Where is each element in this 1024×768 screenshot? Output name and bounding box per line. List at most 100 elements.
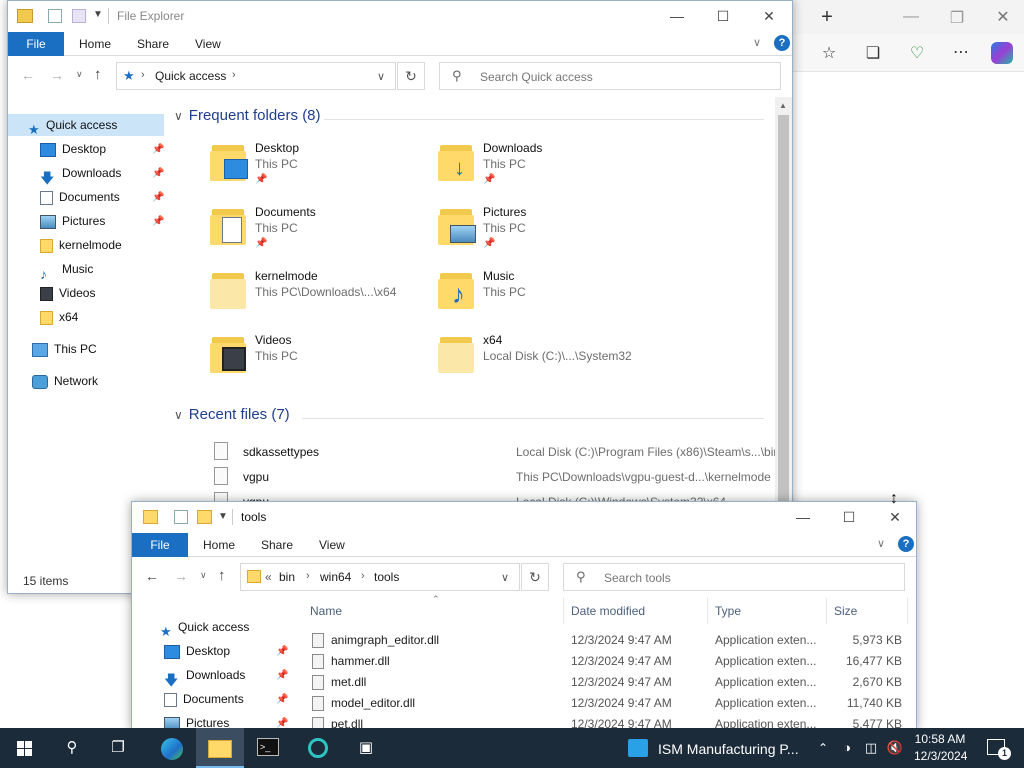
- sidebar-item-desktop[interactable]: Desktop: [8, 138, 106, 160]
- sidebar-item-kernelmode[interactable]: kernelmode: [8, 234, 122, 256]
- sidebar-item-music[interactable]: ♪ Music: [8, 258, 93, 282]
- tab-home[interactable]: Home: [197, 533, 241, 557]
- clock-date[interactable]: 12/3/2024: [914, 749, 967, 763]
- maximize-button[interactable]: ☐: [700, 1, 746, 32]
- forward-arrow-icon[interactable]: →: [174, 568, 188, 584]
- breadcrumb-bin[interactable]: bin: [279, 570, 295, 584]
- breadcrumb-tools[interactable]: tools: [374, 570, 399, 584]
- frequent-folder-documents[interactable]: Documents This PC 📌: [210, 205, 410, 255]
- frequent-folder-x64[interactable]: x64 Local Disk (C:)\...\System32: [438, 333, 738, 383]
- refresh-button[interactable]: ↻: [521, 563, 549, 591]
- maximize-button[interactable]: ☐: [826, 502, 872, 533]
- address-dropdown-icon[interactable]: ∨: [377, 70, 385, 83]
- sidebar-item-documents[interactable]: Documents: [132, 688, 244, 710]
- forward-arrow-icon[interactable]: →: [50, 67, 64, 83]
- recent-file-row[interactable]: vgpu This PC\Downloads\vgpu-guest-d...\k…: [8, 466, 776, 490]
- properties-icon[interactable]: [48, 9, 62, 23]
- table-row[interactable]: animgraph_editor.dll 12/3/2024 9:47 AM A…: [304, 630, 912, 651]
- browser-essentials-icon[interactable]: ♡: [905, 43, 929, 63]
- network-status-icon[interactable]: ◫: [860, 734, 882, 762]
- collections-icon[interactable]: ❏: [861, 43, 885, 63]
- help-icon[interactable]: ?: [898, 536, 914, 552]
- customize-toolbar-chevron-icon[interactable]: ▼: [93, 9, 103, 20]
- frequent-folder-desktop[interactable]: Desktop This PC 📌: [210, 141, 410, 191]
- sidebar-item-quick-access[interactable]: ★ Quick access: [132, 616, 249, 639]
- tab-share[interactable]: Share: [255, 533, 299, 557]
- expand-ribbon-chevron-icon[interactable]: ∨: [877, 537, 885, 550]
- sidebar-item-documents[interactable]: Documents: [8, 186, 120, 208]
- terminal-icon[interactable]: >_: [248, 734, 288, 762]
- scroll-up-arrow-icon[interactable]: ▲: [779, 101, 787, 110]
- task-view-icon[interactable]: ❐: [98, 734, 138, 762]
- column-header-name[interactable]: Name: [304, 598, 564, 624]
- sidebar-item-desktop[interactable]: Desktop: [132, 640, 230, 662]
- expand-ribbon-chevron-icon[interactable]: ∨: [753, 36, 761, 49]
- search-input[interactable]: ⚲ Search Quick access: [439, 62, 781, 90]
- search-input[interactable]: ⚲ Search tools: [563, 563, 905, 591]
- frequent-folder-videos[interactable]: Videos This PC: [210, 333, 410, 383]
- table-row[interactable]: met.dll 12/3/2024 9:47 AM Application ex…: [304, 672, 912, 693]
- address-bar[interactable]: « bin › win64 › tools ∨: [240, 563, 520, 591]
- scrollbar-thumb[interactable]: [778, 115, 789, 535]
- close-button[interactable]: ✕: [746, 1, 792, 32]
- clock-time[interactable]: 10:58 AM: [914, 732, 966, 746]
- table-row[interactable]: model_editor.dll 12/3/2024 9:47 AM Appli…: [304, 693, 912, 714]
- up-arrow-icon[interactable]: ↑: [218, 567, 226, 584]
- breadcrumb-chevron-icon[interactable]: ›: [232, 69, 236, 81]
- tab-home[interactable]: Home: [73, 32, 117, 56]
- vertical-scrollbar[interactable]: ▲: [775, 97, 792, 569]
- tab-file[interactable]: File: [8, 32, 64, 56]
- breadcrumb-quick-access[interactable]: Quick access: [155, 69, 226, 83]
- sidebar-item-x64[interactable]: x64: [8, 306, 78, 328]
- frequent-folder-pictures[interactable]: Pictures This PC 📌: [438, 205, 738, 255]
- sidebar-item-network[interactable]: Network: [8, 370, 98, 392]
- file-explorer-taskbar-icon[interactable]: [196, 728, 244, 768]
- frequent-folder-music[interactable]: ♪ Music This PC: [438, 269, 738, 319]
- edge-restore-button[interactable]: ❐: [945, 8, 969, 28]
- recent-files-header[interactable]: Recent files (7): [174, 406, 290, 423]
- frequent-folders-header[interactable]: Frequent folders (8): [174, 107, 321, 124]
- sidebar-item-downloads[interactable]: 🡇 Downloads: [8, 162, 121, 186]
- help-icon[interactable]: ?: [774, 35, 790, 51]
- device-icon[interactable]: ◑: [836, 734, 858, 762]
- new-tab-button[interactable]: +: [815, 6, 839, 29]
- column-header-size[interactable]: Size: [828, 598, 908, 624]
- customize-toolbar-chevron-icon[interactable]: ▼: [218, 511, 228, 522]
- new-folder-icon[interactable]: [72, 9, 86, 23]
- back-arrow-icon[interactable]: ←: [145, 568, 159, 584]
- frequent-folder-kernelmode[interactable]: kernelmode This PC\Downloads\...\x64: [210, 269, 430, 319]
- edge-browser-icon[interactable]: [152, 734, 192, 762]
- new-folder-icon[interactable]: [197, 510, 212, 524]
- minimize-button[interactable]: —: [780, 502, 826, 533]
- copilot-icon[interactable]: [991, 42, 1013, 64]
- app-cube-icon[interactable]: ▣: [346, 734, 386, 762]
- recent-locations-chevron-icon[interactable]: ∨: [76, 69, 83, 80]
- sidebar-item-videos[interactable]: Videos: [8, 282, 95, 304]
- breadcrumb-win64[interactable]: win64: [320, 570, 351, 584]
- address-dropdown-icon[interactable]: ∨: [501, 571, 509, 584]
- edge-close-button[interactable]: ✕: [991, 7, 1015, 27]
- sidebar-item-this-pc[interactable]: This PC: [8, 338, 97, 360]
- properties-icon[interactable]: [174, 510, 188, 524]
- column-header-type[interactable]: Type: [709, 598, 827, 624]
- minimize-button[interactable]: —: [654, 1, 700, 32]
- frequent-folder-downloads[interactable]: ↓ Downloads This PC 📌: [438, 141, 738, 191]
- tab-share[interactable]: Share: [131, 32, 175, 56]
- back-arrow-icon[interactable]: ←: [21, 67, 35, 83]
- edge-minimize-button[interactable]: —: [899, 8, 923, 26]
- tab-file[interactable]: File: [132, 533, 188, 557]
- show-hidden-icons-chevron-icon[interactable]: ⌃: [812, 734, 834, 762]
- tab-view[interactable]: View: [189, 32, 227, 56]
- search-icon[interactable]: ⚲: [52, 734, 92, 762]
- more-options-icon[interactable]: ⋯: [949, 42, 973, 62]
- table-row[interactable]: hammer.dll 12/3/2024 9:47 AM Application…: [304, 651, 912, 672]
- sidebar-item-downloads[interactable]: 🡇 Downloads: [132, 664, 245, 688]
- sidebar-item-pictures[interactable]: Pictures: [8, 210, 105, 232]
- recent-file-row[interactable]: sdkassettypes Local Disk (C:)\Program Fi…: [8, 441, 780, 465]
- address-bar[interactable]: ★ › Quick access › ∨: [116, 62, 396, 90]
- ism-manufacturing-taskbar-button[interactable]: ISM Manufacturing P...: [620, 734, 810, 762]
- recent-locations-chevron-icon[interactable]: ∨: [200, 570, 207, 581]
- notifications-icon[interactable]: 1: [978, 734, 1014, 762]
- breadcrumb-overflow[interactable]: «: [265, 570, 272, 584]
- volume-muted-icon[interactable]: 🔇: [884, 734, 906, 762]
